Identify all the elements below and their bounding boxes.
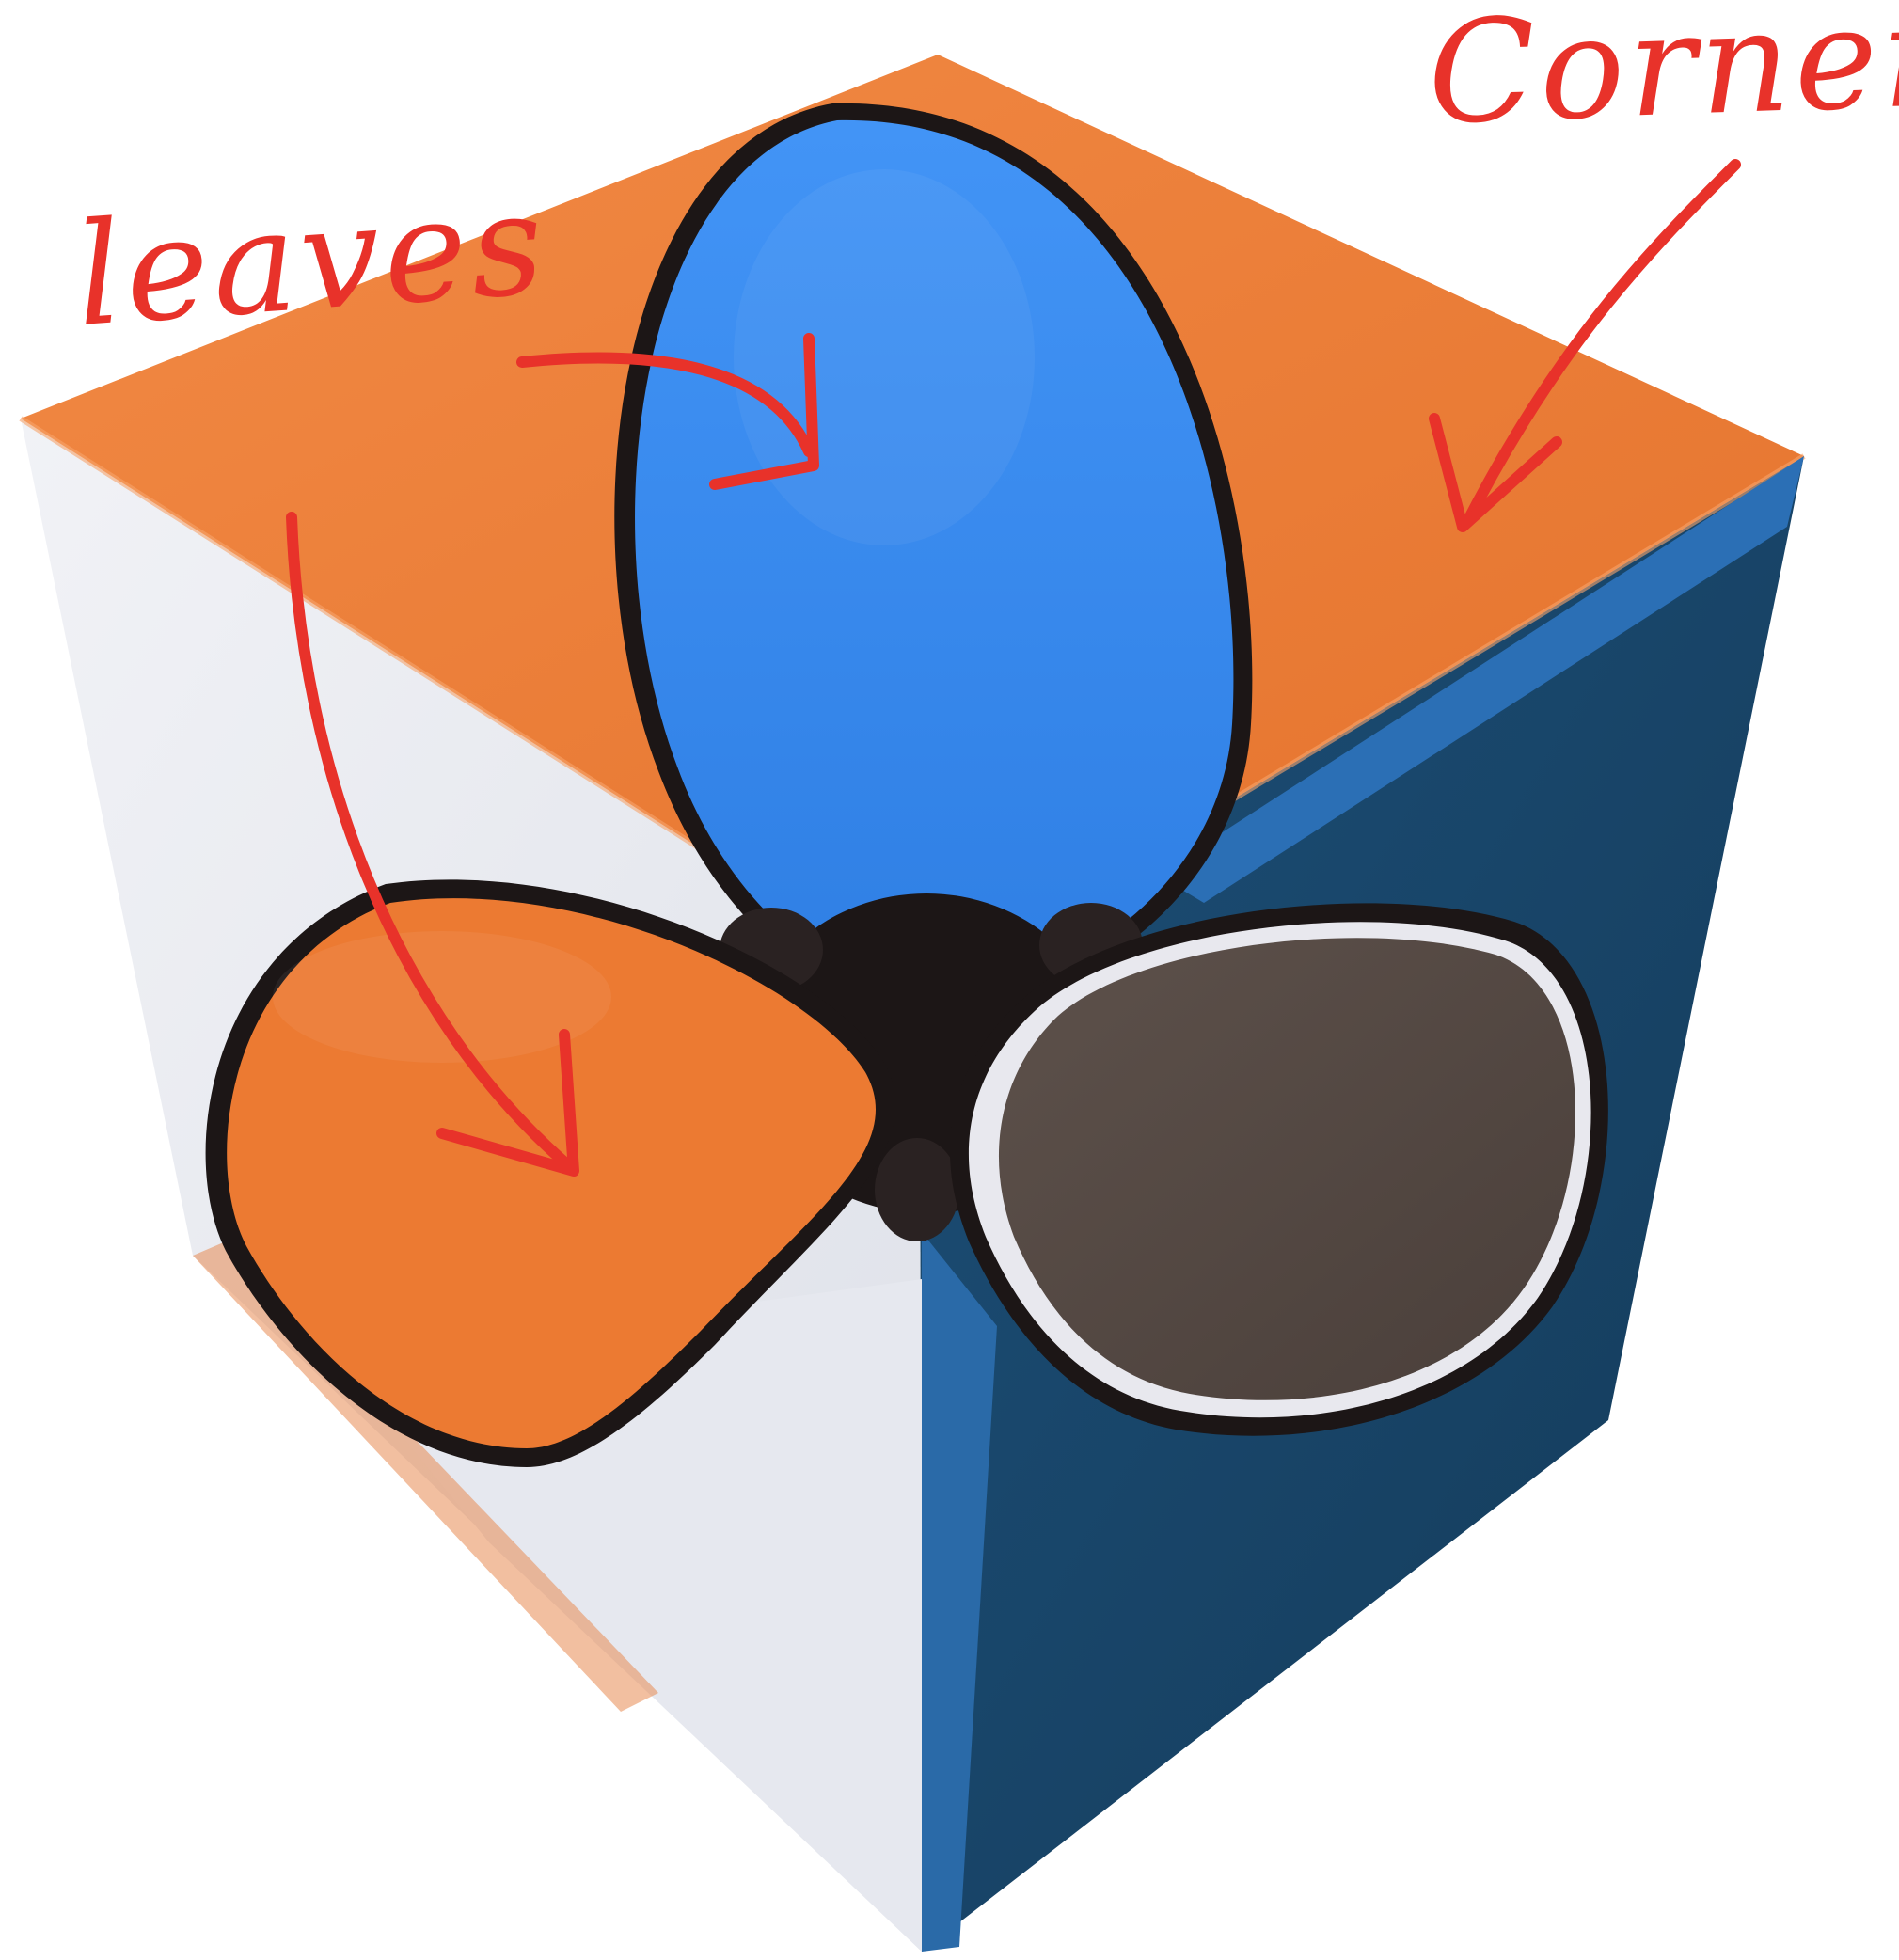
corner-label: Corner — [1425, 0, 1899, 156]
top-leaf-sheen — [734, 169, 1035, 545]
puzzle-cube-photo: leaves Corner — [19, 0, 1899, 1952]
leaves-label: leaves — [71, 162, 552, 358]
core-nub-bottom — [875, 1138, 959, 1241]
